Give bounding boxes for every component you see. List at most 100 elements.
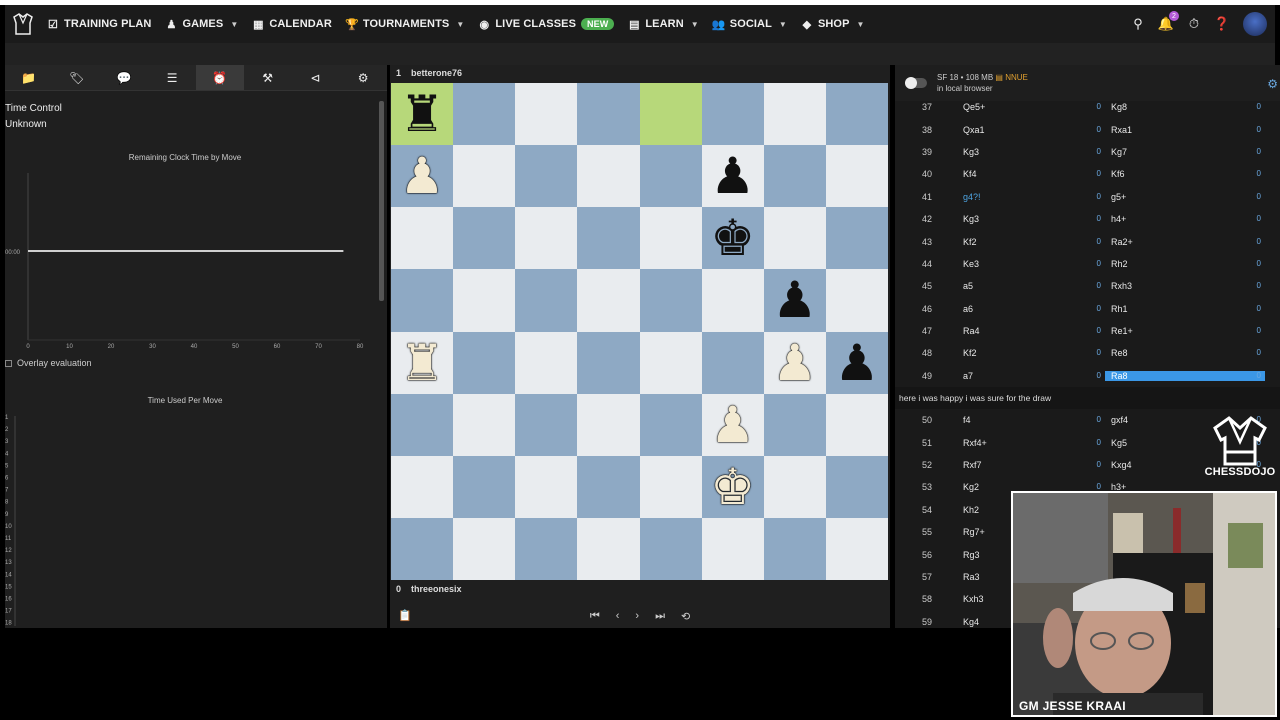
engine-toggle[interactable] bbox=[905, 77, 927, 89]
engine-settings-gear-icon[interactable]: ⚙ bbox=[1267, 77, 1278, 91]
tab-tools[interactable]: ⚒ bbox=[244, 65, 292, 90]
flip-board-button[interactable]: ⟲ bbox=[681, 610, 690, 623]
white-pawn-icon[interactable]: ♟ bbox=[391, 145, 453, 207]
board-square[interactable] bbox=[639, 83, 702, 146]
black-move[interactable]: Rxh3 0 bbox=[1105, 281, 1265, 291]
white-move[interactable]: a6 0 bbox=[959, 304, 1105, 314]
board-square[interactable] bbox=[763, 83, 826, 146]
previous-move-button[interactable]: ‹ bbox=[616, 610, 620, 622]
black-move[interactable]: g5+ 0 bbox=[1105, 192, 1265, 202]
board-square[interactable] bbox=[453, 455, 516, 518]
black-move[interactable]: Ra2+ 0 bbox=[1105, 237, 1265, 247]
board-square[interactable] bbox=[515, 145, 578, 208]
board-square[interactable] bbox=[825, 455, 888, 518]
white-move[interactable]: g4?! 0 bbox=[959, 192, 1105, 202]
board-square[interactable] bbox=[763, 207, 826, 270]
board-square[interactable] bbox=[515, 517, 578, 580]
board-square[interactable] bbox=[701, 331, 764, 394]
white-move[interactable]: Ke3 0 bbox=[959, 259, 1105, 269]
help-icon[interactable]: ❓ bbox=[1214, 16, 1230, 31]
overlay-evaluation-toggle[interactable]: Overlay evaluation bbox=[5, 358, 92, 368]
avatar[interactable] bbox=[1243, 12, 1267, 36]
board-square[interactable] bbox=[577, 393, 640, 456]
nav-item-calendar[interactable]: ▦ CALENDAR bbox=[252, 18, 332, 31]
white-move[interactable]: Rxf7 0 bbox=[959, 460, 1105, 470]
board-square[interactable] bbox=[639, 455, 702, 518]
white-move[interactable]: Rxf4+ 0 bbox=[959, 438, 1105, 448]
chessboard[interactable]: ♜ ♟ ♟ ♚ ♟ ♜ ♟ ♟ ♟ ♚ bbox=[391, 83, 888, 580]
board-square[interactable] bbox=[577, 517, 640, 580]
bottom-player-name[interactable]: threeonesix bbox=[411, 584, 462, 594]
board-square[interactable] bbox=[515, 393, 578, 456]
board-square[interactable] bbox=[453, 83, 516, 146]
black-move[interactable]: Rh1 0 bbox=[1105, 304, 1265, 314]
board-square[interactable] bbox=[391, 269, 454, 332]
board-square[interactable] bbox=[453, 269, 516, 332]
black-pawn-icon[interactable]: ♟ bbox=[702, 145, 764, 207]
tab-settings[interactable]: ⚙ bbox=[339, 65, 387, 90]
timer-icon[interactable]: ⏱ bbox=[1187, 16, 1201, 31]
board-square[interactable] bbox=[577, 145, 640, 208]
next-move-button[interactable]: › bbox=[635, 610, 639, 622]
board-square[interactable] bbox=[515, 83, 578, 146]
black-move[interactable]: Ra8 0 bbox=[1105, 370, 1265, 381]
board-square[interactable] bbox=[453, 145, 516, 208]
board-square[interactable] bbox=[825, 517, 888, 580]
board-square[interactable] bbox=[701, 83, 764, 146]
black-move[interactable]: Re8 0 bbox=[1105, 348, 1265, 358]
first-move-button[interactable]: ⏮ bbox=[590, 610, 600, 623]
black-rook-icon[interactable]: ♜ bbox=[391, 83, 453, 145]
board-square[interactable] bbox=[701, 517, 764, 580]
board-square[interactable] bbox=[639, 393, 702, 456]
white-move[interactable]: Kg3 0 bbox=[959, 214, 1105, 224]
nav-item-learn[interactable]: ▤ LEARN ▼ bbox=[628, 18, 699, 31]
board-square[interactable] bbox=[391, 517, 454, 580]
board-square[interactable] bbox=[515, 269, 578, 332]
board-square[interactable] bbox=[577, 207, 640, 270]
tab-moves-list[interactable]: ☰ bbox=[148, 65, 196, 90]
white-move[interactable]: Qe5+ 0 bbox=[959, 102, 1105, 112]
board-square[interactable] bbox=[515, 455, 578, 518]
white-pawn-icon[interactable]: ♟ bbox=[764, 332, 826, 394]
board-square[interactable] bbox=[453, 207, 516, 270]
white-move[interactable]: Kf2 0 bbox=[959, 348, 1105, 358]
white-move[interactable]: Qxa1 0 bbox=[959, 125, 1105, 135]
tab-comments[interactable]: 💬 bbox=[101, 65, 149, 90]
black-move[interactable]: Kg7 0 bbox=[1105, 147, 1265, 157]
board-square[interactable] bbox=[825, 145, 888, 208]
white-move[interactable]: a7 0 bbox=[959, 371, 1105, 381]
tab-explorer[interactable]: 📁 bbox=[5, 65, 53, 90]
board-square[interactable] bbox=[825, 83, 888, 146]
nav-item-live-classes[interactable]: ◉ LIVE CLASSES NEW bbox=[478, 18, 615, 31]
board-square[interactable] bbox=[701, 269, 764, 332]
white-move[interactable]: Kf2 0 bbox=[959, 237, 1105, 247]
left-scrollbar[interactable] bbox=[379, 101, 384, 301]
black-move[interactable]: Rxa1 0 bbox=[1105, 125, 1265, 135]
white-move[interactable]: Kg3 0 bbox=[959, 147, 1105, 157]
board-square[interactable] bbox=[577, 83, 640, 146]
board-square[interactable] bbox=[391, 455, 454, 518]
board-square[interactable] bbox=[763, 455, 826, 518]
board-square[interactable] bbox=[515, 207, 578, 270]
board-square[interactable] bbox=[639, 269, 702, 332]
board-square[interactable] bbox=[577, 455, 640, 518]
board-square[interactable] bbox=[577, 331, 640, 394]
board-square[interactable] bbox=[763, 517, 826, 580]
black-move[interactable]: Kg8 0 bbox=[1105, 102, 1265, 112]
white-pawn-icon[interactable]: ♟ bbox=[702, 394, 764, 456]
board-square[interactable] bbox=[763, 145, 826, 208]
search-icon[interactable]: ⚲ bbox=[1131, 16, 1145, 31]
board-square[interactable] bbox=[391, 393, 454, 456]
tab-clock[interactable]: ⏰ bbox=[196, 65, 244, 90]
board-square[interactable] bbox=[639, 517, 702, 580]
black-pawn-icon[interactable]: ♟ bbox=[764, 269, 826, 331]
tab-tags[interactable]: 🏷 bbox=[53, 65, 101, 90]
white-move[interactable]: a5 0 bbox=[959, 281, 1105, 291]
board-square[interactable] bbox=[763, 393, 826, 456]
black-move[interactable]: h4+ 0 bbox=[1105, 214, 1265, 224]
white-move[interactable]: Kf4 0 bbox=[959, 169, 1105, 179]
nav-item-games[interactable]: ♟ GAMES ▼ bbox=[165, 18, 238, 31]
nav-item-social[interactable]: 👥 SOCIAL ▼ bbox=[712, 18, 787, 31]
chessdojo-logo-icon[interactable] bbox=[9, 10, 37, 38]
black-pawn-icon[interactable]: ♟ bbox=[826, 332, 888, 394]
